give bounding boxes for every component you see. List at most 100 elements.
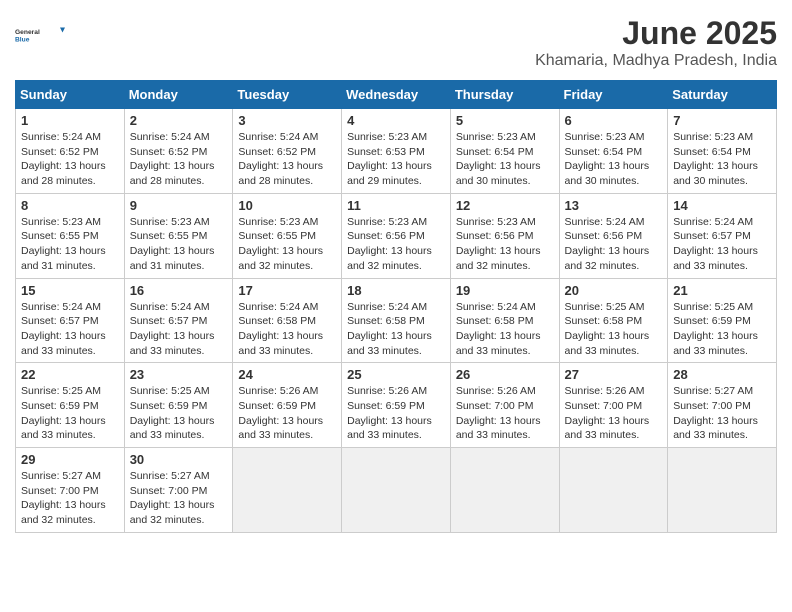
sunset-text: Sunset: 6:55 PM xyxy=(21,230,99,242)
day-info: Sunrise: 5:26 AM Sunset: 6:59 PM Dayligh… xyxy=(347,384,445,443)
daylight-text: Daylight: 13 hours and 33 minutes. xyxy=(673,245,758,272)
day-info: Sunrise: 5:25 AM Sunset: 6:59 PM Dayligh… xyxy=(21,384,119,443)
calendar-cell: 29 Sunrise: 5:27 AM Sunset: 7:00 PM Dayl… xyxy=(16,448,125,533)
daylight-text: Daylight: 13 hours and 33 minutes. xyxy=(21,330,106,357)
day-number: 28 xyxy=(673,367,771,382)
day-number: 6 xyxy=(565,113,663,128)
daylight-text: Daylight: 13 hours and 33 minutes. xyxy=(456,330,541,357)
daylight-text: Daylight: 13 hours and 32 minutes. xyxy=(238,245,323,272)
sunset-text: Sunset: 6:59 PM xyxy=(347,400,425,412)
calendar-cell: 17 Sunrise: 5:24 AM Sunset: 6:58 PM Dayl… xyxy=(233,278,342,363)
day-info: Sunrise: 5:23 AM Sunset: 6:56 PM Dayligh… xyxy=(347,215,445,274)
day-info: Sunrise: 5:23 AM Sunset: 6:53 PM Dayligh… xyxy=(347,130,445,189)
calendar-cell: 12 Sunrise: 5:23 AM Sunset: 6:56 PM Dayl… xyxy=(450,193,559,278)
day-number: 4 xyxy=(347,113,445,128)
day-number: 19 xyxy=(456,283,554,298)
calendar-cell: 7 Sunrise: 5:23 AM Sunset: 6:54 PM Dayli… xyxy=(668,109,777,194)
day-number: 5 xyxy=(456,113,554,128)
daylight-text: Daylight: 13 hours and 33 minutes. xyxy=(130,415,215,442)
daylight-text: Daylight: 13 hours and 31 minutes. xyxy=(21,245,106,272)
calendar-cell: 6 Sunrise: 5:23 AM Sunset: 6:54 PM Dayli… xyxy=(559,109,668,194)
day-info: Sunrise: 5:23 AM Sunset: 6:56 PM Dayligh… xyxy=(456,215,554,274)
daylight-text: Daylight: 13 hours and 30 minutes. xyxy=(673,160,758,187)
day-number: 18 xyxy=(347,283,445,298)
sunset-text: Sunset: 6:58 PM xyxy=(456,315,534,327)
day-info: Sunrise: 5:27 AM Sunset: 7:00 PM Dayligh… xyxy=(673,384,771,443)
calendar-day-header: Thursday xyxy=(450,81,559,109)
sunset-text: Sunset: 7:00 PM xyxy=(130,485,208,497)
calendar-week-row: 29 Sunrise: 5:27 AM Sunset: 7:00 PM Dayl… xyxy=(16,448,777,533)
sunrise-text: Sunrise: 5:26 AM xyxy=(238,385,318,397)
daylight-text: Daylight: 13 hours and 33 minutes. xyxy=(347,330,432,357)
day-number: 15 xyxy=(21,283,119,298)
day-info: Sunrise: 5:24 AM Sunset: 6:52 PM Dayligh… xyxy=(21,130,119,189)
sunrise-text: Sunrise: 5:24 AM xyxy=(456,301,536,313)
calendar-day-header: Wednesday xyxy=(342,81,451,109)
daylight-text: Daylight: 13 hours and 30 minutes. xyxy=(456,160,541,187)
daylight-text: Daylight: 13 hours and 33 minutes. xyxy=(347,415,432,442)
day-number: 1 xyxy=(21,113,119,128)
calendar-week-row: 15 Sunrise: 5:24 AM Sunset: 6:57 PM Dayl… xyxy=(16,278,777,363)
calendar-cell: 8 Sunrise: 5:23 AM Sunset: 6:55 PM Dayli… xyxy=(16,193,125,278)
sunrise-text: Sunrise: 5:23 AM xyxy=(456,131,536,143)
daylight-text: Daylight: 13 hours and 33 minutes. xyxy=(238,330,323,357)
sunset-text: Sunset: 7:00 PM xyxy=(456,400,534,412)
calendar-cell xyxy=(342,448,451,533)
calendar-cell: 22 Sunrise: 5:25 AM Sunset: 6:59 PM Dayl… xyxy=(16,363,125,448)
day-info: Sunrise: 5:24 AM Sunset: 6:57 PM Dayligh… xyxy=(21,300,119,359)
sunrise-text: Sunrise: 5:24 AM xyxy=(565,216,645,228)
daylight-text: Daylight: 13 hours and 28 minutes. xyxy=(130,160,215,187)
sunrise-text: Sunrise: 5:23 AM xyxy=(347,216,427,228)
day-number: 26 xyxy=(456,367,554,382)
sunrise-text: Sunrise: 5:26 AM xyxy=(347,385,427,397)
sunrise-text: Sunrise: 5:24 AM xyxy=(130,301,210,313)
day-info: Sunrise: 5:23 AM Sunset: 6:54 PM Dayligh… xyxy=(565,130,663,189)
calendar-cell: 9 Sunrise: 5:23 AM Sunset: 6:55 PM Dayli… xyxy=(124,193,233,278)
sunset-text: Sunset: 6:59 PM xyxy=(130,400,208,412)
daylight-text: Daylight: 13 hours and 31 minutes. xyxy=(130,245,215,272)
day-number: 25 xyxy=(347,367,445,382)
sunrise-text: Sunrise: 5:23 AM xyxy=(347,131,427,143)
day-info: Sunrise: 5:23 AM Sunset: 6:54 PM Dayligh… xyxy=(673,130,771,189)
day-number: 14 xyxy=(673,198,771,213)
sunset-text: Sunset: 6:56 PM xyxy=(347,230,425,242)
calendar-week-row: 8 Sunrise: 5:23 AM Sunset: 6:55 PM Dayli… xyxy=(16,193,777,278)
day-number: 27 xyxy=(565,367,663,382)
sunrise-text: Sunrise: 5:24 AM xyxy=(238,131,318,143)
day-number: 29 xyxy=(21,452,119,467)
sunset-text: Sunset: 6:57 PM xyxy=(130,315,208,327)
daylight-text: Daylight: 13 hours and 33 minutes. xyxy=(21,415,106,442)
daylight-text: Daylight: 13 hours and 32 minutes. xyxy=(21,499,106,526)
calendar-cell: 2 Sunrise: 5:24 AM Sunset: 6:52 PM Dayli… xyxy=(124,109,233,194)
day-info: Sunrise: 5:26 AM Sunset: 6:59 PM Dayligh… xyxy=(238,384,336,443)
day-number: 22 xyxy=(21,367,119,382)
sunrise-text: Sunrise: 5:25 AM xyxy=(130,385,210,397)
day-info: Sunrise: 5:24 AM Sunset: 6:57 PM Dayligh… xyxy=(673,215,771,274)
daylight-text: Daylight: 13 hours and 33 minutes. xyxy=(673,415,758,442)
calendar-cell: 4 Sunrise: 5:23 AM Sunset: 6:53 PM Dayli… xyxy=(342,109,451,194)
daylight-text: Daylight: 13 hours and 33 minutes. xyxy=(238,415,323,442)
day-number: 10 xyxy=(238,198,336,213)
day-info: Sunrise: 5:23 AM Sunset: 6:55 PM Dayligh… xyxy=(238,215,336,274)
day-info: Sunrise: 5:23 AM Sunset: 6:55 PM Dayligh… xyxy=(21,215,119,274)
calendar-cell: 24 Sunrise: 5:26 AM Sunset: 6:59 PM Dayl… xyxy=(233,363,342,448)
day-info: Sunrise: 5:24 AM Sunset: 6:52 PM Dayligh… xyxy=(238,130,336,189)
day-number: 3 xyxy=(238,113,336,128)
sunrise-text: Sunrise: 5:27 AM xyxy=(130,470,210,482)
daylight-text: Daylight: 13 hours and 33 minutes. xyxy=(565,330,650,357)
daylight-text: Daylight: 13 hours and 32 minutes. xyxy=(347,245,432,272)
main-title: June 2025 xyxy=(535,15,777,52)
day-info: Sunrise: 5:25 AM Sunset: 6:59 PM Dayligh… xyxy=(673,300,771,359)
logo: General Blue xyxy=(15,15,65,55)
sunrise-text: Sunrise: 5:24 AM xyxy=(673,216,753,228)
day-info: Sunrise: 5:24 AM Sunset: 6:52 PM Dayligh… xyxy=(130,130,228,189)
svg-text:General: General xyxy=(15,29,40,36)
calendar-cell xyxy=(233,448,342,533)
calendar-cell: 20 Sunrise: 5:25 AM Sunset: 6:58 PM Dayl… xyxy=(559,278,668,363)
sunset-text: Sunset: 6:59 PM xyxy=(238,400,316,412)
day-number: 2 xyxy=(130,113,228,128)
sunrise-text: Sunrise: 5:23 AM xyxy=(456,216,536,228)
sunset-text: Sunset: 7:00 PM xyxy=(673,400,751,412)
calendar-cell: 11 Sunrise: 5:23 AM Sunset: 6:56 PM Dayl… xyxy=(342,193,451,278)
sunrise-text: Sunrise: 5:23 AM xyxy=(673,131,753,143)
